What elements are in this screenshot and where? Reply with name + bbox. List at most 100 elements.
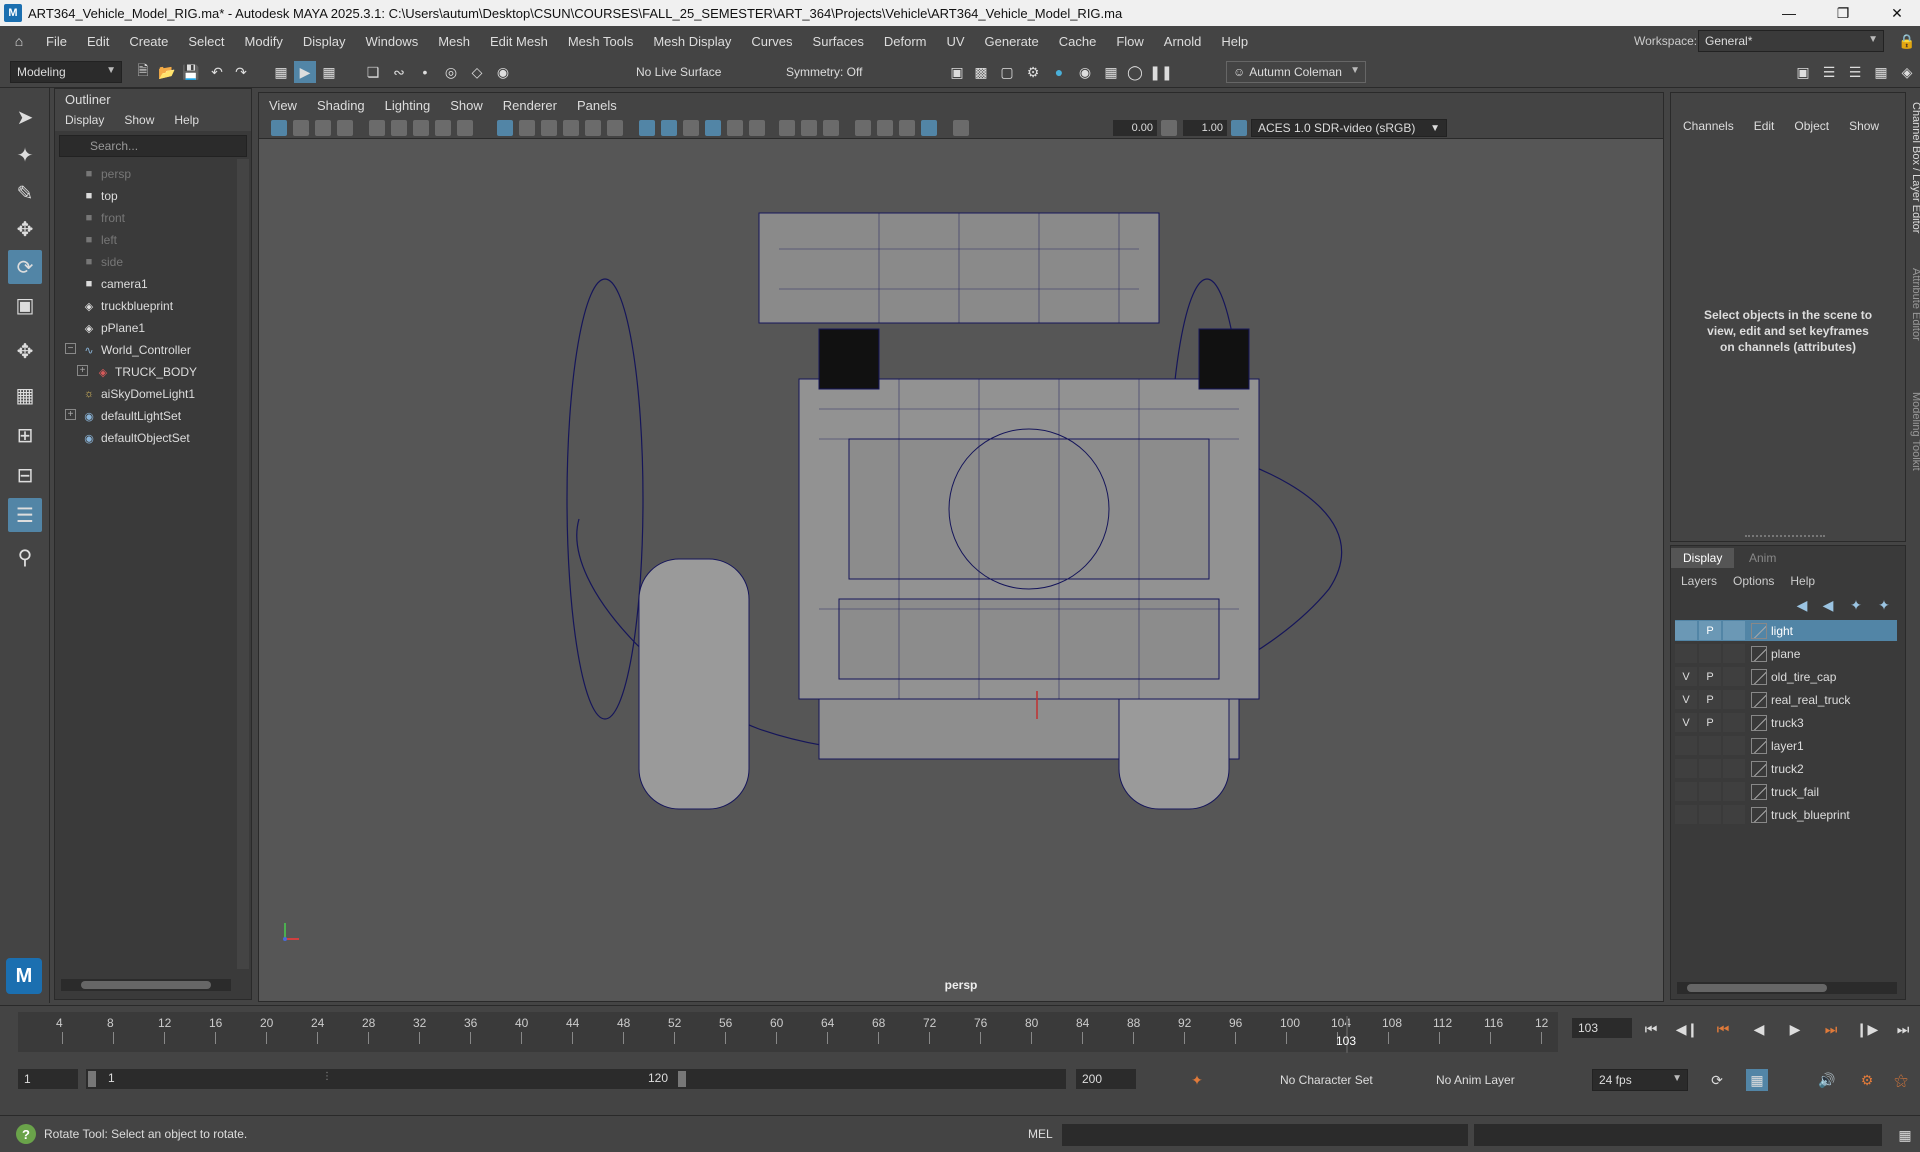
- mel-command-input[interactable]: [1062, 1124, 1468, 1146]
- layer-tab-anim[interactable]: Anim: [1737, 548, 1788, 568]
- layer-playback-toggle[interactable]: P: [1699, 621, 1721, 640]
- outliner-menu-help[interactable]: Help: [164, 113, 209, 127]
- layer-color-swatch[interactable]: [1751, 783, 1767, 800]
- layer-color-swatch[interactable]: [1751, 806, 1767, 823]
- select-camera-icon[interactable]: [271, 120, 287, 136]
- depth-of-field-icon[interactable]: [823, 120, 839, 136]
- layer-tab-display[interactable]: Display: [1671, 548, 1735, 568]
- layer-display-type[interactable]: [1723, 667, 1745, 686]
- redo-icon[interactable]: ↷: [230, 61, 252, 83]
- new-empty-layer-icon[interactable]: ✦: [1845, 594, 1867, 616]
- new-scene-icon[interactable]: 🗎: [132, 61, 154, 83]
- layer-playback-toggle[interactable]: [1699, 805, 1721, 824]
- step-back-frame-icon[interactable]: ◀❙: [1676, 1018, 1699, 1040]
- layer-color-swatch[interactable]: [1751, 668, 1767, 685]
- ambient-occlusion-icon[interactable]: [749, 120, 765, 136]
- viewport-menu-lighting[interactable]: Lighting: [375, 98, 441, 113]
- maya-help-logo-icon[interactable]: M: [6, 958, 42, 994]
- layer-display-type[interactable]: [1723, 690, 1745, 709]
- time-slider-ruler[interactable]: 4 8 12 16 20 24 28 32 36 40 44 48 52 56 60 64 68 72 76 80 84…: [18, 1012, 1558, 1054]
- user-account-dropdown[interactable]: ☺ Autumn Coleman ▼: [1226, 61, 1366, 83]
- outliner-item-pplane1[interactable]: ◈ pPlane1: [81, 317, 145, 339]
- auto-key-icon[interactable]: ✦: [1186, 1069, 1208, 1091]
- ipr-icon[interactable]: ▢: [996, 61, 1018, 83]
- camera-attributes-icon[interactable]: [293, 120, 309, 136]
- menu-select[interactable]: Select: [178, 34, 234, 49]
- channel-menu-show[interactable]: Show: [1837, 119, 1887, 133]
- shadows-icon[interactable]: [727, 120, 743, 136]
- layer-visibility-toggle[interactable]: V: [1675, 690, 1697, 709]
- outliner-horizontal-scrollbar[interactable]: [61, 979, 231, 991]
- cache-playback-icon[interactable]: ▦: [1746, 1069, 1768, 1091]
- smooth-shade-icon[interactable]: [519, 120, 535, 136]
- color-space-dropdown[interactable]: ACES 1.0 SDR-video (sRGB) ▼: [1251, 119, 1447, 137]
- attribute-editor-icon[interactable]: ☰: [1818, 61, 1840, 83]
- outliner-item-defaultobjectset[interactable]: ◉ defaultObjectSet: [81, 427, 190, 449]
- select-hierarchy-icon[interactable]: ▦: [270, 61, 292, 83]
- layer-playback-toggle[interactable]: [1699, 644, 1721, 663]
- layer-color-swatch[interactable]: [1751, 760, 1767, 777]
- layer-display-type[interactable]: [1723, 759, 1745, 778]
- textured-icon[interactable]: [585, 120, 601, 136]
- panel-splitter-handle[interactable]: [1745, 535, 1825, 537]
- layer-menu-options[interactable]: Options: [1725, 574, 1782, 588]
- layer-editor-icon[interactable]: ◈: [1896, 61, 1918, 83]
- gamma-field[interactable]: 1.00: [1183, 120, 1227, 136]
- viewport-menu-panels[interactable]: Panels: [567, 98, 627, 113]
- minimize-button[interactable]: —: [1766, 0, 1812, 26]
- image-plane-icon[interactable]: [337, 120, 353, 136]
- default-material-icon[interactable]: [541, 120, 557, 136]
- move-layer-down-icon[interactable]: ◀: [1817, 594, 1839, 616]
- outliner-item-left[interactable]: ■ left: [81, 229, 117, 251]
- snap-surface-icon[interactable]: ◇: [466, 61, 488, 83]
- layer-visibility-toggle[interactable]: V: [1675, 667, 1697, 686]
- move-tool-icon[interactable]: ✥: [8, 212, 42, 246]
- bookmarks-icon[interactable]: [315, 120, 331, 136]
- isolate-icon[interactable]: [855, 120, 871, 136]
- collapse-icon[interactable]: −: [65, 343, 76, 354]
- layer-display-type[interactable]: [1723, 805, 1745, 824]
- paint-select-icon[interactable]: ✎: [8, 176, 42, 210]
- tool-settings-icon[interactable]: ☰: [1844, 61, 1866, 83]
- persp-outliner-icon[interactable]: ⊟: [8, 458, 42, 492]
- layer-row[interactable]: truck2: [1675, 758, 1897, 779]
- go-to-start-icon[interactable]: ⏮: [1640, 1018, 1662, 1040]
- range-end-handle[interactable]: [678, 1071, 686, 1087]
- outliner-item-aiskydomelight1[interactable]: ☼ aiSkyDomeLight1: [81, 383, 195, 405]
- layer-color-swatch[interactable]: [1751, 737, 1767, 754]
- layer-visibility-toggle[interactable]: [1675, 759, 1697, 778]
- menu-edit[interactable]: Edit: [77, 34, 119, 49]
- channel-menu-edit[interactable]: Edit: [1742, 119, 1783, 133]
- go-to-end-icon[interactable]: ⏭: [1892, 1018, 1914, 1040]
- outliner-item-truckblueprint[interactable]: ◈ truckblueprint: [81, 295, 173, 317]
- undo-icon[interactable]: ↶: [206, 61, 228, 83]
- outliner-search-input[interactable]: Search...: [59, 135, 247, 157]
- layer-visibility-toggle[interactable]: [1675, 736, 1697, 755]
- side-tab-modeling-toolkit[interactable]: Modeling Toolkit: [1906, 392, 1920, 502]
- close-button[interactable]: ✕: [1874, 0, 1920, 26]
- grid-toggle-icon[interactable]: [369, 120, 385, 136]
- outliner-menu-show[interactable]: Show: [114, 113, 164, 127]
- outliner-layout-icon[interactable]: ☰: [8, 498, 42, 532]
- single-perspective-icon[interactable]: ▦: [8, 378, 42, 412]
- symmetry-dropdown[interactable]: Symmetry: Off: [780, 61, 900, 83]
- open-scene-icon[interactable]: 📂: [156, 61, 178, 83]
- xray-active-icon[interactable]: [899, 120, 915, 136]
- layer-row[interactable]: truck_blueprint: [1675, 804, 1897, 825]
- viewport-panel[interactable]: View Shading Lighting Show Renderer Pane…: [258, 92, 1664, 1002]
- outliner-item-side[interactable]: ■ side: [81, 251, 123, 273]
- character-set-dropdown[interactable]: No Character Set: [1274, 1069, 1404, 1091]
- current-frame-field[interactable]: 103: [1572, 1018, 1632, 1038]
- snap-vertex-icon[interactable]: ◉: [492, 61, 514, 83]
- use-lights-icon[interactable]: [683, 120, 699, 136]
- menu-mesh-display[interactable]: Mesh Display: [643, 34, 741, 49]
- workspace-dropdown[interactable]: General* ▼: [1698, 30, 1884, 52]
- layer-color-swatch[interactable]: [1751, 645, 1767, 662]
- layer-row[interactable]: truck_fail: [1675, 781, 1897, 802]
- layer-display-type[interactable]: [1723, 782, 1745, 801]
- side-tab-attribute-editor[interactable]: Attribute Editor: [1906, 268, 1920, 378]
- modeling-toolkit-icon[interactable]: ▣: [1792, 61, 1814, 83]
- menu-flow[interactable]: Flow: [1106, 34, 1153, 49]
- channel-box-icon[interactable]: ▦: [1870, 61, 1892, 83]
- layer-visibility-toggle[interactable]: [1675, 782, 1697, 801]
